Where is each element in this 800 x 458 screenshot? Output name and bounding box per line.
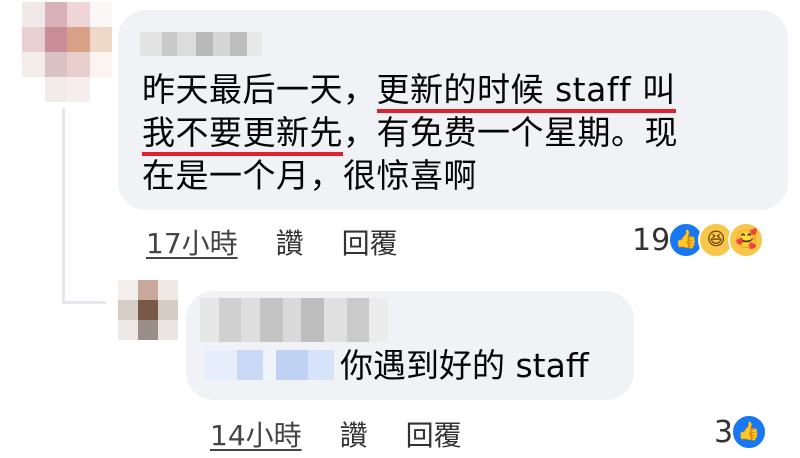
comment-timestamp[interactable]: 17小時 [146,222,238,262]
comment-text-segment: ，有免费一个星期。现 [343,113,678,152]
care-icon: 🥰 [728,222,765,258]
thread-connector-vertical [62,108,65,304]
highlighted-text: 更新的时候 staff 叫 [376,70,676,113]
like-icon: 👍 [731,414,768,450]
reaction-summary[interactable]: 3 👍 [714,414,768,450]
highlighted-text: 我不要更新先 [142,113,343,156]
comment-text-segment: 昨天最后一天， [142,70,377,109]
comment-author-name[interactable] [140,32,262,56]
reply-timestamp[interactable]: 14小時 [210,414,302,454]
reply-button[interactable]: 回覆 [406,414,462,454]
comment-text-line: 在是一个月，很惊喜啊 [142,156,477,195]
comment-actions: 17小時 讚 回覆 [146,222,436,262]
reply-button[interactable]: 回覆 [342,222,398,262]
avatar[interactable] [118,280,178,340]
like-button[interactable]: 讚 [276,222,304,262]
thread-connector-horizontal [62,301,106,304]
reaction-count: 19 [632,222,671,258]
reaction-summary[interactable]: 19 👍 😆 🥰 [632,222,765,258]
reply-text: 你遇到好的 staff [340,346,589,385]
reply-author-name[interactable] [200,298,388,342]
reply-mention-tag[interactable] [204,350,334,380]
avatar[interactable] [22,2,112,102]
reply-actions: 14小時 讚 回覆 [210,414,500,454]
comment-text-line: 昨天最后一天，更新的时候 staff 叫 [142,68,676,113]
comment-text-line: 我不要更新先，有免费一个星期。现 [142,111,678,156]
like-button[interactable]: 讚 [340,414,368,454]
